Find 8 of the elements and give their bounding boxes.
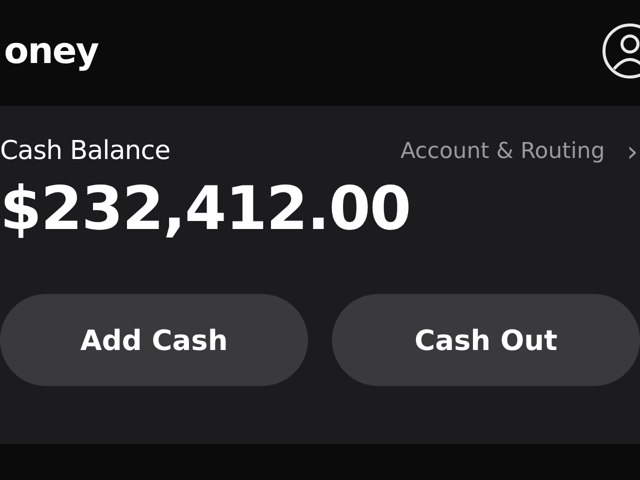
cash-out-button[interactable]: Cash Out bbox=[332, 294, 640, 386]
account-routing-link[interactable]: Account & Routing bbox=[400, 138, 605, 164]
page-title: oney bbox=[4, 30, 98, 72]
balance-amount: $232,412.00 bbox=[0, 174, 412, 244]
profile-icon[interactable] bbox=[600, 22, 640, 80]
chevron-icon[interactable]: › bbox=[626, 134, 638, 168]
add-cash-button[interactable]: Add Cash bbox=[0, 294, 308, 386]
balance-label: Cash Balance bbox=[0, 136, 172, 166]
